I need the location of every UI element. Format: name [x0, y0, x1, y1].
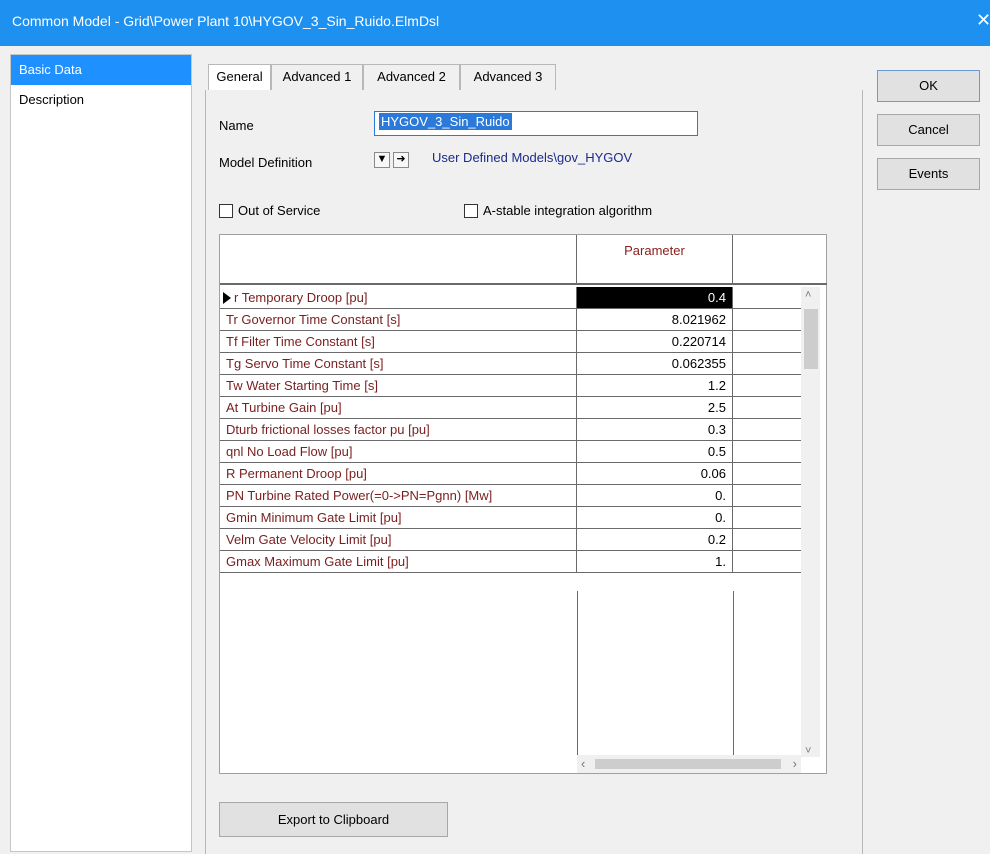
table-row[interactable]: Gmax Maximum Gate Limit [pu] 1.: [220, 551, 820, 573]
sidebar-item-basic-data[interactable]: Basic Data: [11, 55, 191, 85]
parameter-name: Tg Servo Time Constant [s]: [220, 353, 577, 375]
scroll-thumb[interactable]: [804, 309, 818, 369]
parameter-name: Tf Filter Time Constant [s]: [220, 331, 577, 353]
ok-button[interactable]: OK: [877, 70, 980, 102]
model-definition-link[interactable]: User Defined Models\gov_HYGOV: [432, 150, 632, 165]
table-row[interactable]: Gmin Minimum Gate Limit [pu] 0.: [220, 507, 820, 529]
table-row[interactable]: Tw Water Starting Time [s] 1.2: [220, 375, 820, 397]
parameter-value[interactable]: 0.062355: [577, 353, 733, 375]
tab-general[interactable]: General: [208, 64, 271, 92]
table-row[interactable]: r Temporary Droop [pu] 0.4: [220, 287, 820, 309]
parameter-value[interactable]: 0.3: [577, 419, 733, 441]
horizontal-scrollbar[interactable]: ‹ ›: [577, 755, 801, 773]
cancel-button[interactable]: Cancel: [877, 114, 980, 146]
tab-advanced-2[interactable]: Advanced 2: [363, 64, 460, 90]
scroll-thumb[interactable]: [595, 759, 781, 769]
parameter-value[interactable]: 2.5: [577, 397, 733, 419]
parameter-name: At Turbine Gain [pu]: [220, 397, 577, 419]
parameter-grid: Parameter r Temporary Droop [pu] 0.4 Tr Go…: [219, 234, 827, 774]
table-row[interactable]: qnl No Load Flow [pu] 0.5: [220, 441, 820, 463]
out-of-service-checkbox[interactable]: [219, 204, 233, 218]
table-row[interactable]: R Permanent Droop [pu] 0.06: [220, 463, 820, 485]
parameter-name: Tw Water Starting Time [s]: [220, 375, 577, 397]
close-icon[interactable]: ✕: [976, 11, 990, 29]
scroll-left-icon[interactable]: ‹: [581, 756, 585, 771]
parameter-name: PN Turbine Rated Power(=0->PN=Pgnn) [Mw]: [220, 485, 577, 507]
parameter-value[interactable]: 0.220714: [577, 331, 733, 353]
grid-cell: [733, 551, 801, 573]
grid-cell: [733, 309, 801, 331]
table-row[interactable]: Tg Servo Time Constant [s] 0.062355: [220, 353, 820, 375]
grid-cell: [733, 331, 801, 353]
parameter-value[interactable]: 0.2: [577, 529, 733, 551]
table-row[interactable]: PN Turbine Rated Power(=0->PN=Pgnn) [Mw]…: [220, 485, 820, 507]
scroll-up-icon[interactable]: ˄: [805, 289, 811, 301]
grid-header-parameter: Parameter: [577, 235, 733, 285]
name-input[interactable]: HYGOV_3_Sin_Ruido: [374, 111, 698, 136]
table-row[interactable]: Dturb frictional losses factor pu [pu] 0.…: [220, 419, 820, 441]
scroll-down-icon[interactable]: ˅: [805, 745, 811, 757]
table-row[interactable]: Velm Gate Velocity Limit [pu] 0.2: [220, 529, 820, 551]
title-bar: Common Model - Grid\Power Plant 10\HYGOV…: [0, 0, 990, 46]
name-label: Name: [219, 118, 254, 133]
sidebar-item-description[interactable]: Description: [11, 85, 191, 115]
parameter-value[interactable]: 0.: [577, 507, 733, 529]
model-definition-label: Model Definition: [219, 155, 313, 170]
grid-cell: [733, 375, 801, 397]
events-button[interactable]: Events: [877, 158, 980, 190]
parameter-value[interactable]: 0.4: [577, 287, 733, 309]
grid-cell: [733, 419, 801, 441]
tab-advanced-3[interactable]: Advanced 3: [460, 64, 556, 90]
a-stable-checkbox[interactable]: [464, 204, 478, 218]
grid-header-blank: [220, 235, 577, 285]
grid-cell: [733, 507, 801, 529]
parameter-value[interactable]: 8.021962: [577, 309, 733, 331]
vertical-scrollbar[interactable]: ˄ ˅: [801, 287, 820, 757]
table-row[interactable]: Tr Governor Time Constant [s] 8.021962: [220, 309, 820, 331]
table-row[interactable]: Tf Filter Time Constant [s] 0.220714: [220, 331, 820, 353]
parameter-name: Tr Governor Time Constant [s]: [220, 309, 577, 331]
jump-arrow-icon[interactable]: ➜: [393, 152, 409, 168]
grid-cell: [733, 463, 801, 485]
parameter-name: Dturb frictional losses factor pu [pu]: [220, 419, 577, 441]
parameter-value[interactable]: 0.: [577, 485, 733, 507]
grid-cell: [733, 353, 801, 375]
grid-divider: [733, 591, 734, 755]
out-of-service-label: Out of Service: [238, 203, 321, 218]
parameter-value[interactable]: 1.: [577, 551, 733, 573]
dropdown-arrow-icon[interactable]: ▼: [374, 152, 390, 168]
a-stable-label: A-stable integration algorithm: [483, 203, 653, 218]
grid-divider: [577, 591, 578, 755]
scroll-right-icon[interactable]: ›: [793, 756, 797, 771]
export-to-clipboard-button[interactable]: Export to Clipboard: [219, 802, 448, 837]
table-row[interactable]: At Turbine Gain [pu] 2.5: [220, 397, 820, 419]
grid-cell: [733, 441, 801, 463]
parameter-value[interactable]: 0.5: [577, 441, 733, 463]
window-title: Common Model - Grid\Power Plant 10\HYGOV…: [12, 13, 440, 29]
grid-cell: [733, 287, 801, 309]
sidebar: Basic Data Description: [10, 54, 192, 852]
grid-cell: [733, 485, 801, 507]
grid-header-extra: [733, 235, 827, 285]
parameter-name: Gmin Minimum Gate Limit [pu]: [220, 507, 577, 529]
parameter-name: R Permanent Droop [pu]: [220, 463, 577, 485]
parameter-name: Velm Gate Velocity Limit [pu]: [220, 529, 577, 551]
grid-cell: [733, 397, 801, 419]
tab-advanced-1[interactable]: Advanced 1: [271, 64, 363, 90]
parameter-name: qnl No Load Flow [pu]: [220, 441, 577, 463]
name-input-value: HYGOV_3_Sin_Ruido: [379, 113, 512, 130]
grid-cell: [733, 529, 801, 551]
parameter-name: Gmax Maximum Gate Limit [pu]: [220, 551, 577, 573]
parameter-value[interactable]: 1.2: [577, 375, 733, 397]
parameter-value[interactable]: 0.06: [577, 463, 733, 485]
parameter-name: r Temporary Droop [pu]: [220, 287, 577, 309]
